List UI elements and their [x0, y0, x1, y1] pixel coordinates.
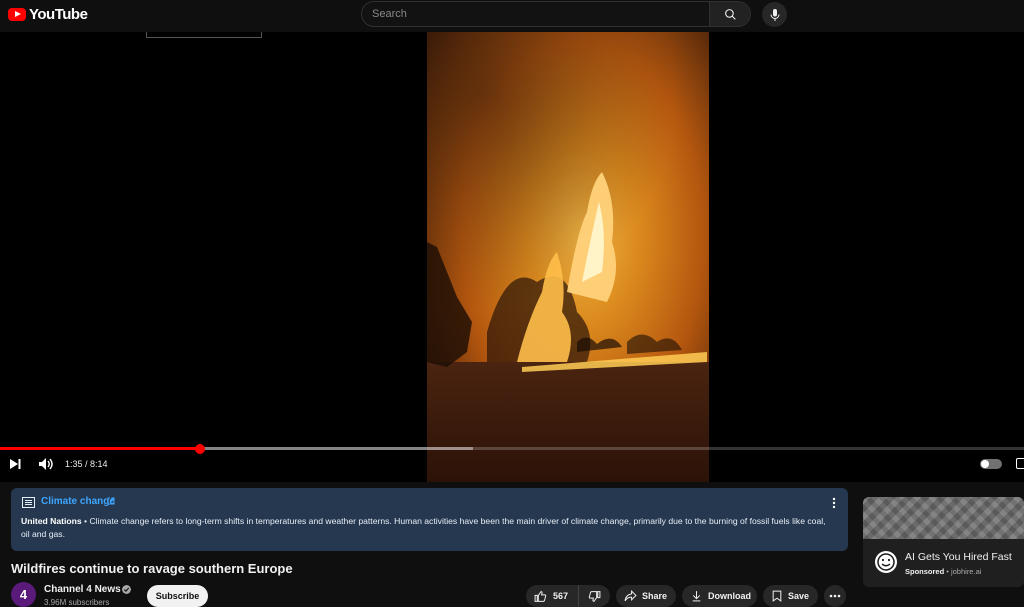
- subscribe-button[interactable]: Subscribe: [147, 585, 208, 607]
- ellipsis-icon: [829, 594, 841, 598]
- like-count: 567: [553, 591, 569, 601]
- voice-search-button[interactable]: [762, 2, 787, 27]
- more-actions-button[interactable]: [824, 585, 846, 607]
- smiley-logo-icon: [877, 553, 895, 571]
- thumbs-down-icon: [588, 590, 601, 602]
- ad-domain: jobhire.ai: [950, 567, 982, 576]
- download-label: Download: [708, 591, 751, 601]
- like-dislike-group: 567: [526, 585, 610, 607]
- save-button[interactable]: Save: [763, 585, 818, 607]
- video-title: Wildfires continue to ravage southern Eu…: [11, 561, 293, 576]
- progress-bar[interactable]: [0, 443, 1024, 454]
- channel-avatar[interactable]: 4: [11, 582, 36, 607]
- share-button[interactable]: Share: [616, 585, 676, 607]
- more-options-icon[interactable]: [831, 496, 837, 510]
- played-bar: [0, 447, 200, 450]
- search-input[interactable]: [362, 2, 711, 26]
- download-button[interactable]: Download: [682, 585, 757, 607]
- search-button[interactable]: [709, 2, 750, 26]
- time-separator: /: [82, 459, 91, 469]
- article-icon: [22, 497, 35, 508]
- external-link-icon[interactable]: [107, 497, 115, 505]
- info-source: United Nations: [21, 516, 82, 526]
- subscriber-count: 3.96M subscribers: [44, 598, 110, 607]
- autoplay-toggle[interactable]: [980, 459, 1002, 469]
- next-video-icon[interactable]: [8, 457, 22, 471]
- top-bar: YouTube: [0, 0, 1024, 32]
- youtube-play-icon: [8, 8, 26, 21]
- subtitles-icon[interactable]: [1016, 458, 1024, 469]
- dislike-button[interactable]: [579, 585, 610, 607]
- scrubber-handle[interactable]: [194, 443, 205, 454]
- current-time: 1:35: [65, 459, 83, 469]
- verified-badge-icon: [122, 585, 131, 594]
- video-frame[interactable]: [427, 32, 709, 482]
- share-label: Share: [642, 591, 668, 601]
- volume-icon[interactable]: [38, 457, 54, 471]
- save-label: Save: [788, 591, 810, 601]
- bookmark-icon: [772, 590, 782, 602]
- ad-separator: •: [944, 567, 951, 576]
- channel-name[interactable]: Channel 4 News: [44, 584, 121, 595]
- like-button[interactable]: 567: [526, 585, 579, 607]
- ad-meta: Sponsored • jobhire.ai: [905, 567, 981, 576]
- microphone-icon: [770, 8, 779, 21]
- download-icon: [692, 591, 701, 602]
- time-display: 1:35 / 8:14: [65, 459, 108, 469]
- wildfire-scene: [427, 172, 707, 372]
- youtube-logo[interactable]: YouTube: [8, 6, 88, 23]
- share-icon: [624, 590, 637, 602]
- thumbs-up-icon: [534, 590, 547, 602]
- overlay-box: [146, 32, 262, 38]
- advertiser-logo: [875, 551, 897, 573]
- ad-title[interactable]: AI Gets You Hired Fast: [905, 551, 1012, 563]
- info-panel-text: United Nations • Climate change refers t…: [21, 515, 836, 541]
- sponsored-ad-card[interactable]: AI Gets You Hired Fast Sponsored • jobhi…: [863, 497, 1024, 587]
- info-description: Climate change refers to long-term shift…: [21, 516, 826, 539]
- duration: 8:14: [90, 459, 108, 469]
- info-panel-link[interactable]: Climate change: [41, 496, 115, 507]
- search-box: [361, 1, 751, 27]
- logo-text: YouTube: [29, 6, 88, 23]
- search-icon: [724, 8, 736, 20]
- context-info-panel: Climate change United Nations • Climate …: [11, 488, 848, 551]
- sponsored-label: Sponsored: [905, 567, 945, 576]
- ad-banner-image[interactable]: [863, 497, 1024, 539]
- video-player[interactable]: 1:35 / 8:14: [0, 32, 1024, 482]
